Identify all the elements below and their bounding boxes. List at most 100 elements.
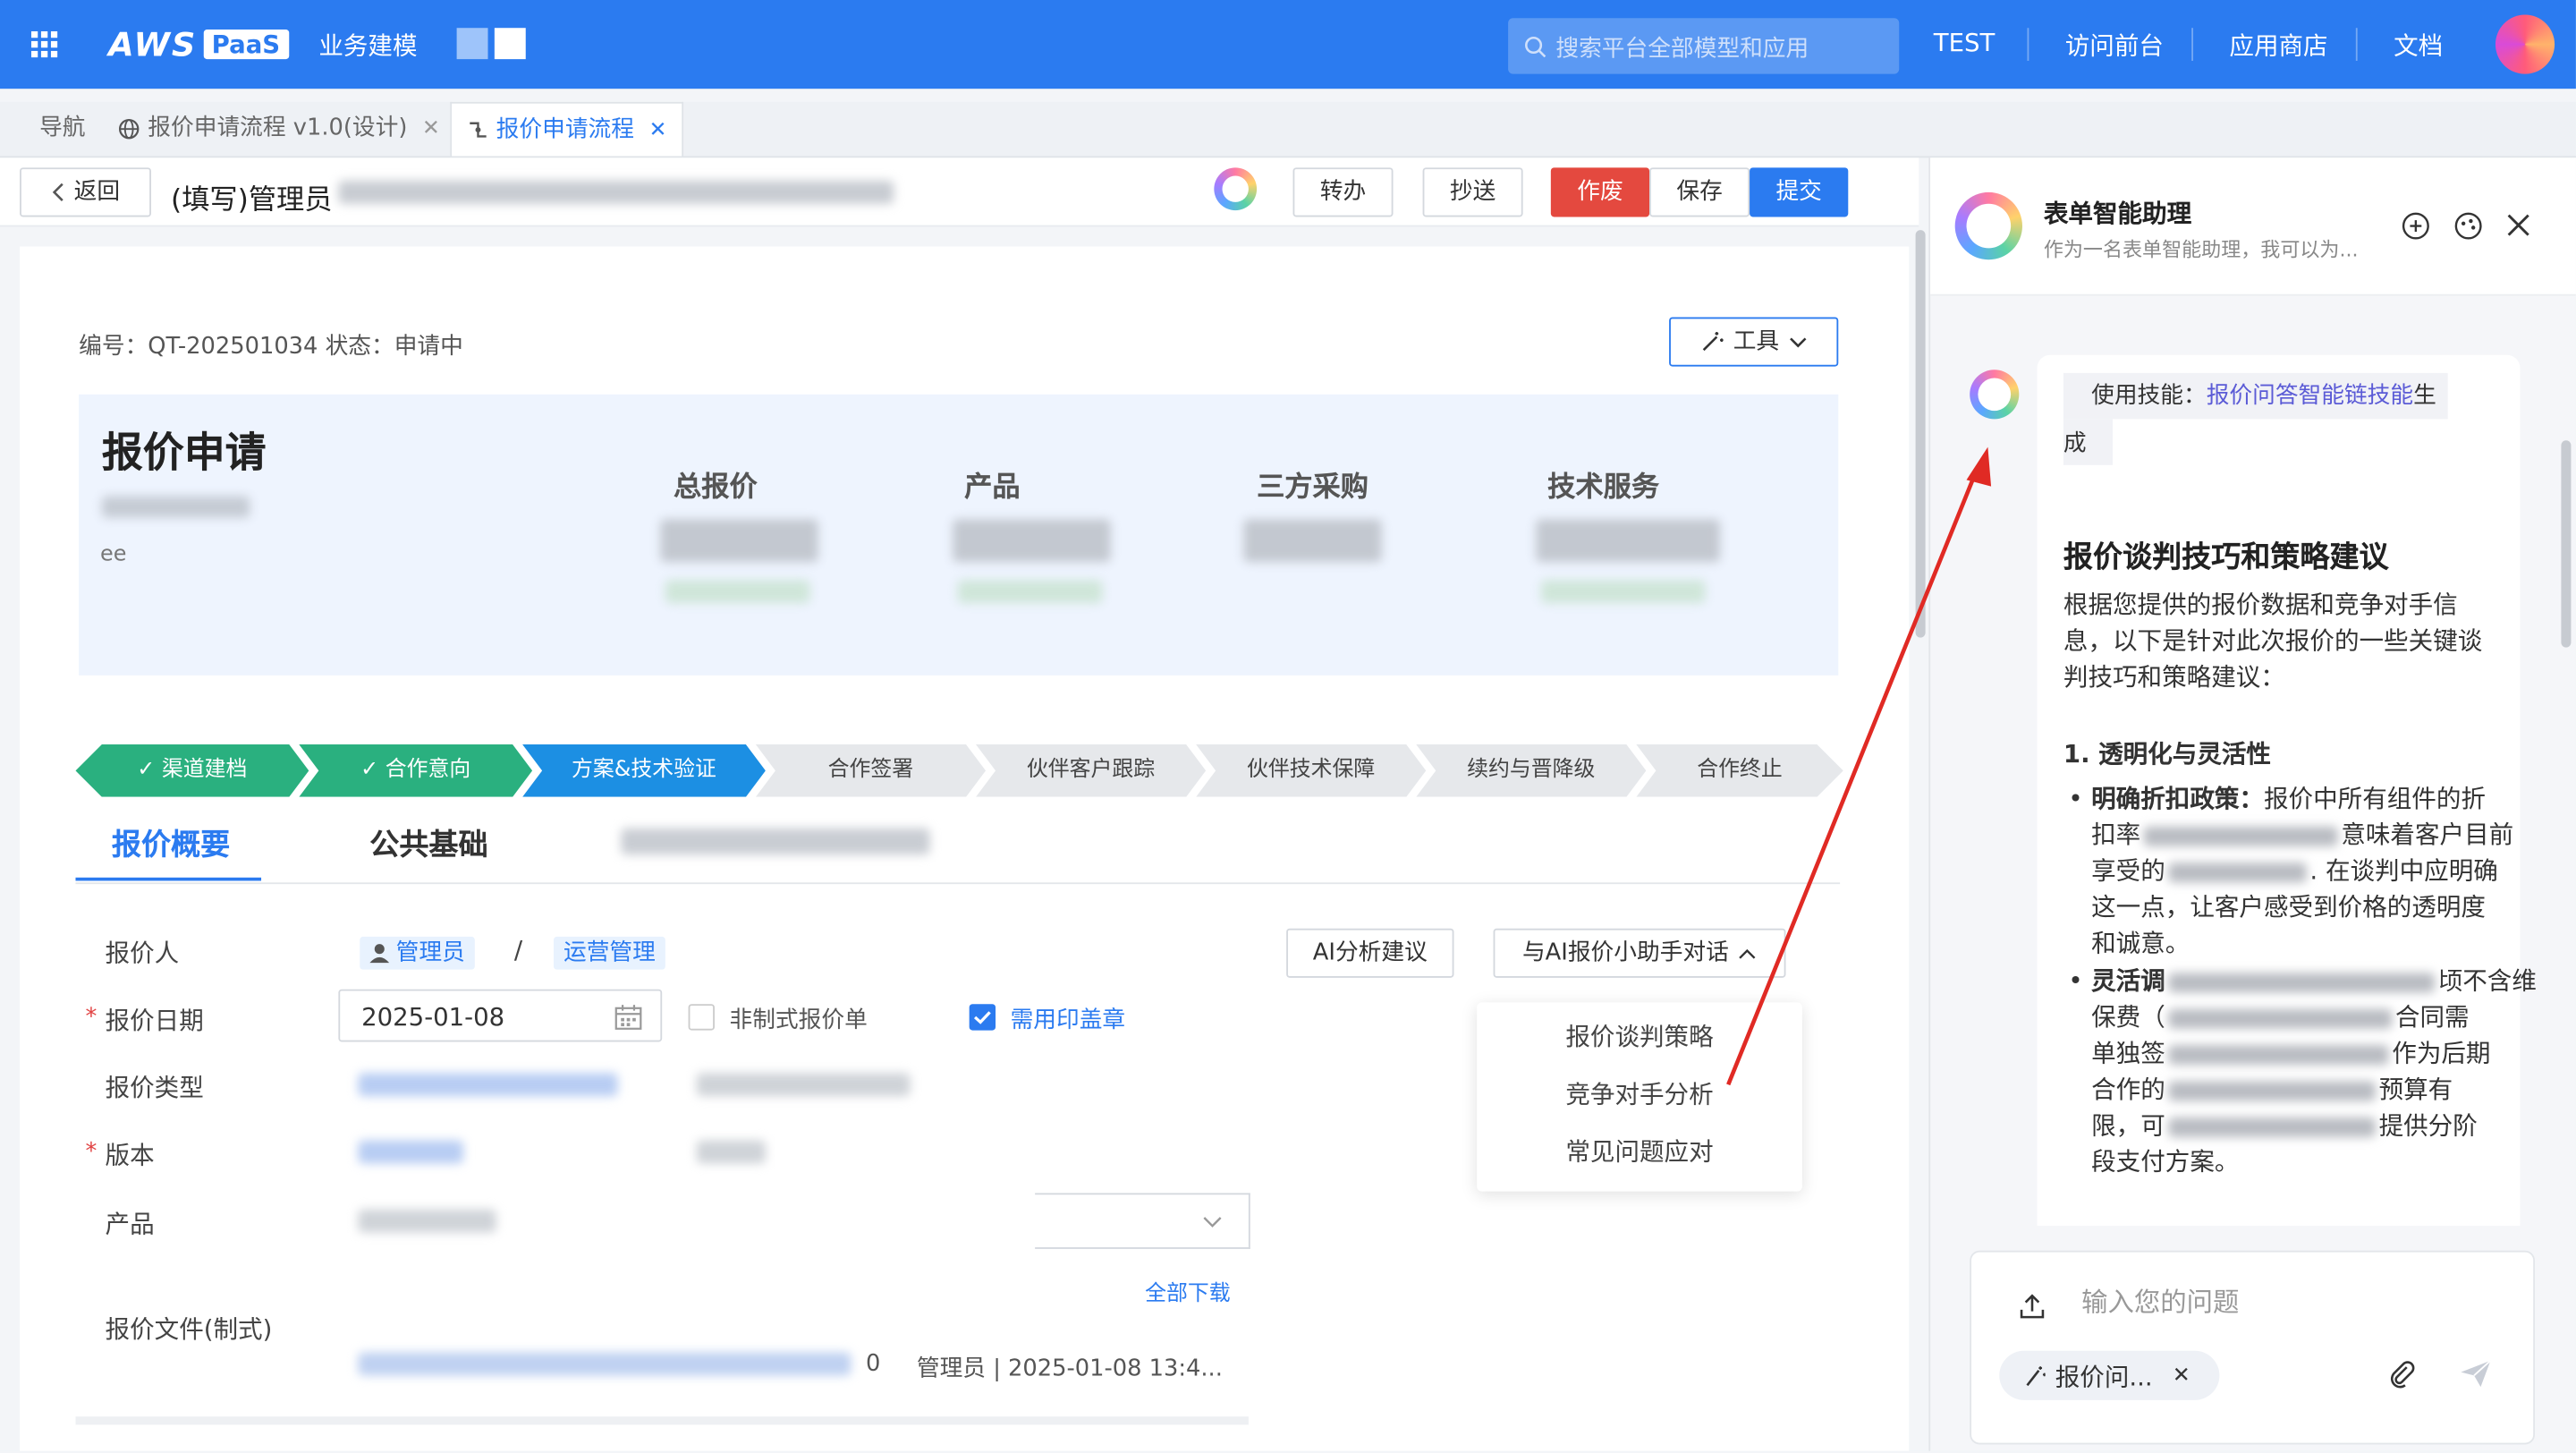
history-icon[interactable] [2454,212,2482,240]
nav-frontend[interactable]: 访问前台 [2065,28,2164,63]
globe-icon [118,118,140,140]
informal-checkbox[interactable] [688,1004,715,1031]
ai-assistant-icon[interactable] [1214,167,1258,211]
cc-button[interactable]: 抄送 [1422,167,1523,217]
panel-subtitle: 作为一名表单智能助理，我可以为... [2043,238,2359,262]
menu-faq[interactable]: 常见问题应对 [1477,1124,1802,1181]
quoter-user-chip[interactable]: 管理员 [360,936,475,970]
upload-icon[interactable] [2019,1293,2045,1319]
bullet-dot: • [2068,784,2083,814]
file-num: 0 [865,1350,881,1378]
product-select[interactable] [1035,1193,1250,1249]
quoter-label: 报价人 [105,938,180,968]
b2-line5: 限，可 提供分阶 [2091,1110,2478,1141]
tab-navigation[interactable]: 导航 [39,102,85,157]
required-mark: * [85,1138,97,1166]
form-heading: 报价申请 [101,429,267,477]
back-button[interactable]: 返回 [20,167,151,217]
calendar-icon[interactable] [614,1004,642,1030]
submit-button[interactable]: 提交 [1750,167,1849,217]
form-sub: ee [100,542,127,567]
b1-line1: 明确折扣政策：报价中所有组件的折 [2091,784,2486,814]
send-icon[interactable] [2460,1359,2493,1389]
answer-intro-1: 根据您提供的报价数据和竞争对手信 [2063,590,2458,620]
company-redacted [101,496,250,518]
stage-intent[interactable]: ✓ 合作意向 [299,744,532,797]
answer-intro-3: 判技巧和策略建议： [2063,662,2285,693]
stage-tracking[interactable]: 伙伴客户跟踪 [976,744,1206,797]
seal-checkbox[interactable] [969,1004,996,1031]
summary-value-redacted [660,519,818,563]
tab-process-design[interactable]: 报价申请流程 v1.0(设计) ✕ [118,102,440,157]
skill-chip[interactable]: 报价问... ✕ [1999,1350,2220,1400]
nav-docs[interactable]: 文档 [2394,28,2443,63]
void-button[interactable]: 作废 [1550,167,1650,217]
section-tab-underline [75,877,262,881]
stage-tech-support[interactable]: 伙伴技术保障 [1196,744,1426,797]
form-meta: 编号：QT-202501034 状态：申请中 [79,333,463,361]
close-icon[interactable]: ✕ [2173,1364,2190,1389]
check-icon: ✓ [360,757,386,783]
stage-channel[interactable]: ✓ 渠道建档 [75,744,309,797]
b2-line2: 保费（ 合同需 [2091,1002,2470,1032]
tools-button[interactable]: 工具 [1669,317,1839,367]
date-input[interactable]: 2025-01-08 [338,989,663,1042]
b2-line3: 单独签 作为后期 [2091,1038,2491,1068]
required-mark: * [85,1004,97,1031]
quoter-slash: / [513,935,523,965]
panel-scrollbar[interactable] [2561,440,2572,648]
app-grid-icon[interactable] [30,30,58,58]
nav-test[interactable]: TEST [1934,28,1996,57]
tab-label: 报价申请流程 [496,115,634,142]
ai-suggest-button[interactable]: AI分析建议 [1286,928,1454,978]
b2-line6: 段支付方案。 [2091,1147,2240,1177]
annotation-arrow [1726,446,1992,1086]
summary-value-redacted [1540,580,1706,604]
version-label: 版本 [105,1140,155,1170]
tab-label: 报价申请流程 v1.0(设计) [148,115,408,141]
product-label: 产品 [105,1209,155,1239]
brand-paas: PaaS [203,30,289,60]
chat-input-placeholder[interactable]: 输入您的问题 [2081,1280,2239,1320]
flow-icon [470,122,487,138]
nav-app-store[interactable]: 应用商店 [2229,28,2327,63]
summary-label-procurement: 三方采购 [1257,472,1368,505]
brand-logo[interactable]: AWS PaaS [108,25,289,64]
wand-icon [2026,1365,2046,1386]
close-icon[interactable]: ✕ [648,103,666,157]
type-label: 报价类型 [105,1073,204,1103]
version-value-redacted[interactable] [696,1140,766,1164]
b1-line4: 这一点，让客户感受到价格的透明度 [2091,892,2486,922]
form-title: (填写)管理员 [171,183,333,217]
type-value-redacted[interactable] [696,1073,911,1097]
stage-renewal[interactable]: 续约与晋降级 [1416,744,1646,797]
close-icon[interactable] [2507,214,2530,237]
tab-process-active[interactable]: 报价申请流程 ✕ [450,101,684,157]
file-divider [75,1416,1249,1425]
close-icon[interactable]: ✕ [422,102,440,157]
quoter-dept-chip[interactable]: 运营管理 [553,936,665,970]
transfer-button[interactable]: 转办 [1292,167,1394,217]
global-search[interactable]: 搜索平台全部模型和应用 [1508,18,1900,74]
user-avatar[interactable] [2495,14,2555,74]
skill-line: 使用技能：报价问答智能链技能生 [2091,382,2436,410]
stage-verification[interactable]: 方案&技术验证 [522,744,766,797]
section-tab-redacted[interactable] [621,828,930,855]
informal-label: 非制式报价单 [729,1007,868,1034]
save-button[interactable]: 保存 [1649,167,1750,217]
tab-strip: 导航 报价申请流程 v1.0(设计) ✕ 报价申请流程 ✕ [0,101,2576,158]
stage-signing[interactable]: 合作签署 [756,744,986,797]
new-chat-icon[interactable] [2402,212,2429,240]
skill-link[interactable]: 报价问答智能链技能 [2207,383,2413,409]
download-all-link[interactable]: 全部下载 [1145,1275,1231,1307]
type-value-redacted[interactable] [358,1073,618,1097]
file-meta: 管理员 | 2025-01-08 13:4... [916,1355,1223,1382]
section-tab-overview[interactable]: 报价概要 [112,821,230,864]
layout-toggle-icon[interactable] [456,28,530,61]
product-value-redacted[interactable] [358,1209,496,1233]
attachment-icon[interactable] [2387,1359,2417,1389]
section-tab-basic[interactable]: 公共基础 [369,821,487,864]
version-value-redacted[interactable] [358,1140,463,1164]
file-name-redacted[interactable] [358,1352,852,1376]
chat-input-box[interactable] [1970,1250,2536,1445]
